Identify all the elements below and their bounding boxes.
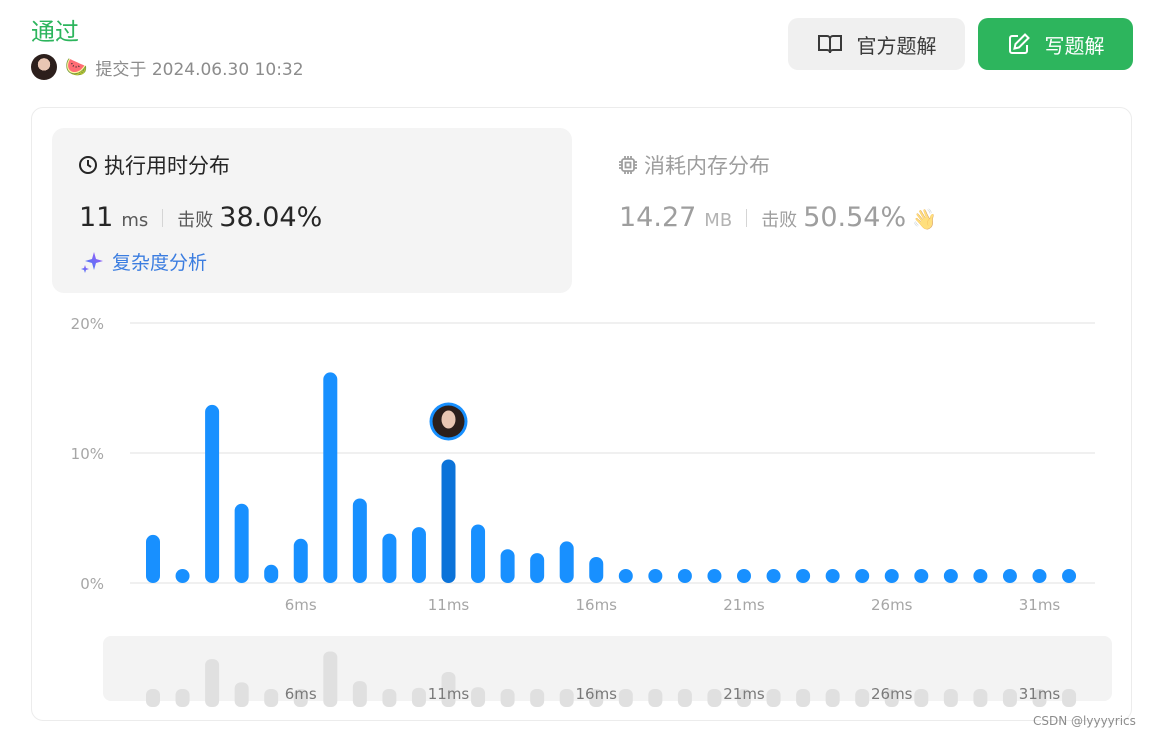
chart-bar xyxy=(471,524,486,583)
chart-bar xyxy=(382,533,397,583)
overview-bar xyxy=(648,689,663,707)
overview-tick-label: 16ms xyxy=(575,685,617,703)
chart-bar xyxy=(707,569,722,583)
overview-bar xyxy=(943,689,958,707)
chart-bar xyxy=(323,372,338,583)
x-tick-label: 26ms xyxy=(871,596,913,614)
chart-bar xyxy=(1032,569,1047,583)
chart-bar xyxy=(234,503,249,583)
chart-bar xyxy=(589,557,604,583)
overview-bar xyxy=(855,689,870,707)
chart-bar xyxy=(559,541,574,583)
chart-bar xyxy=(884,569,899,583)
overview-bar xyxy=(205,659,220,707)
chart-bar xyxy=(796,569,811,583)
chart-bar xyxy=(766,569,781,583)
chart-bar xyxy=(293,538,308,583)
overview-bar xyxy=(175,689,190,707)
chart-bar xyxy=(530,553,545,583)
chart-bar xyxy=(1002,569,1017,583)
chart-bar xyxy=(264,564,279,583)
watermark: CSDN @lyyyyrics xyxy=(1033,714,1136,728)
overview-bar xyxy=(411,687,426,707)
chart-bar xyxy=(914,569,929,583)
overview-bar xyxy=(500,689,515,707)
x-tick-label: 21ms xyxy=(723,596,765,614)
overview-bar xyxy=(382,689,397,707)
y-tick-label: 20% xyxy=(71,315,104,333)
overview-tick-label: 31ms xyxy=(1019,685,1061,703)
chart-bar xyxy=(205,404,220,583)
overview-tick-label: 21ms xyxy=(723,685,765,703)
overview-bar xyxy=(530,689,545,707)
x-tick-label: 6ms xyxy=(285,596,317,614)
chart-bar xyxy=(737,569,751,583)
chart-bar xyxy=(411,527,426,583)
chart-bar xyxy=(943,569,958,583)
user-avatar-face xyxy=(441,410,456,429)
overview-tick-label: 26ms xyxy=(871,685,913,703)
overview-bar xyxy=(1002,689,1017,707)
runtime-distribution-chart: 0% 10% 20% 6ms 11ms 16ms 21ms 26ms 31ms 6ms 11ms 16… xyxy=(71,315,1095,707)
overview-bar xyxy=(825,689,840,707)
y-tick-label: 10% xyxy=(71,445,104,463)
chart-bar xyxy=(618,569,633,583)
overview-bar xyxy=(323,651,338,707)
overview-bar xyxy=(471,687,486,707)
chart-bar xyxy=(352,498,367,583)
chart-bar xyxy=(677,569,692,583)
overview-bar xyxy=(796,689,811,707)
chart-bar xyxy=(1062,569,1077,583)
overview-tick-label: 11ms xyxy=(428,685,470,703)
overview-bar xyxy=(234,682,249,707)
x-tick-label: 31ms xyxy=(1019,596,1061,614)
chart-bar xyxy=(441,459,456,583)
chart-bar xyxy=(500,549,515,583)
overview-bar xyxy=(264,689,279,707)
overview-bar xyxy=(914,689,929,707)
chart-bar xyxy=(855,569,870,583)
chart-bar xyxy=(973,569,988,583)
overview-bar xyxy=(707,689,722,707)
y-tick-label: 0% xyxy=(80,575,104,593)
overview-bar xyxy=(559,689,574,707)
x-tick-label: 16ms xyxy=(575,596,617,614)
x-tick-label: 11ms xyxy=(428,596,470,614)
overview-bar xyxy=(973,689,988,707)
overview-bar xyxy=(618,689,633,707)
overview-bar xyxy=(352,681,367,707)
chart-bar xyxy=(648,569,663,583)
overview-bar xyxy=(146,689,160,707)
chart-bar xyxy=(175,569,190,583)
overview-tick-label: 6ms xyxy=(285,685,317,703)
overview-bar xyxy=(677,689,692,707)
chart-bar xyxy=(146,534,160,583)
overview-bar xyxy=(1062,689,1077,707)
chart-bar xyxy=(825,569,840,583)
overview-bar xyxy=(766,689,781,707)
